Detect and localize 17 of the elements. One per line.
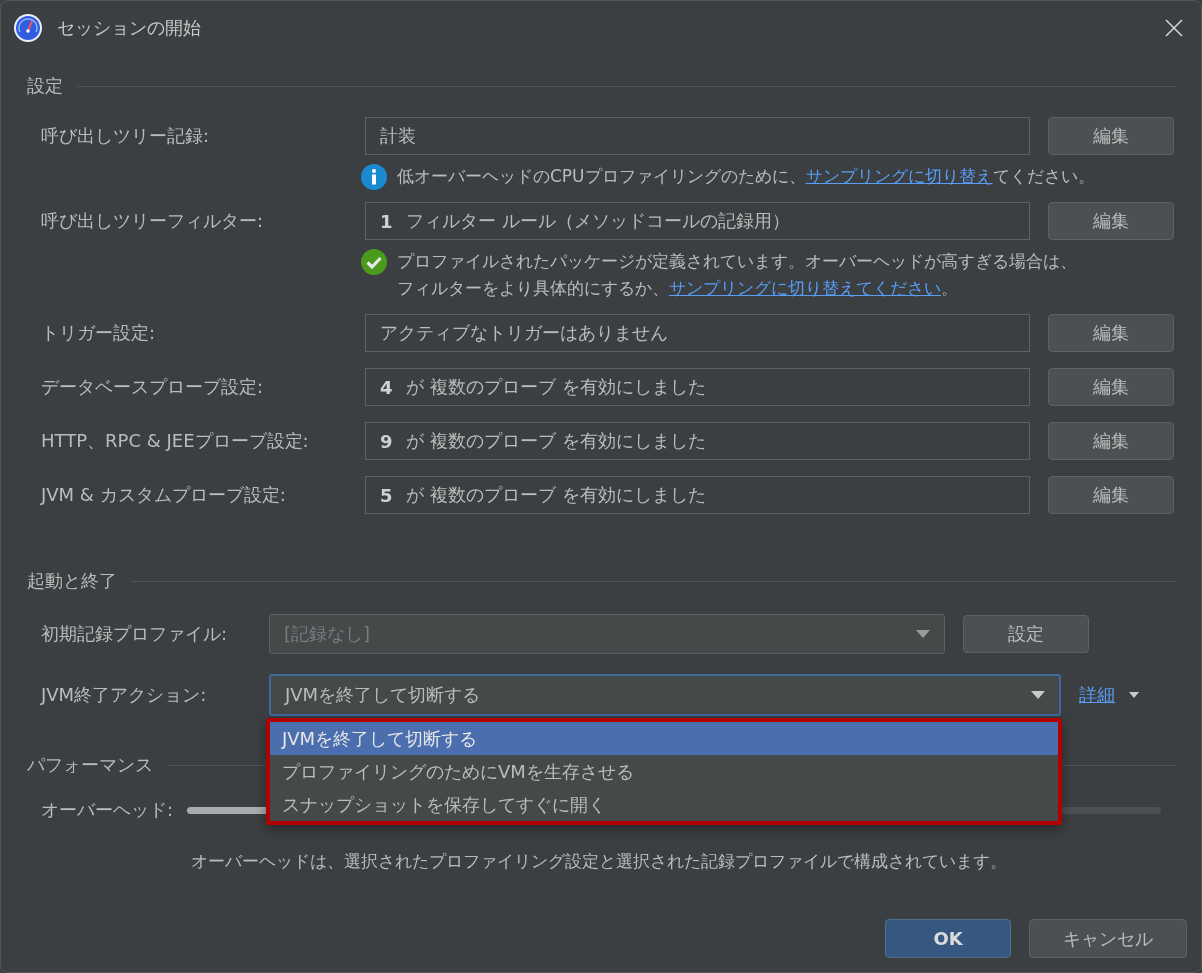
field-label: 呼び出しツリー記録: [41,124,211,148]
field-label: データベースプローブ設定: [41,375,265,399]
field-label: トリガー設定: [41,321,157,345]
field-label: JVM終了アクション: [41,683,208,707]
field-label: HTTP、RPC & JEEプローブ設定: [41,429,310,453]
field-label: 初期記録プロファイル: [41,622,229,646]
section-heading: 起動と終了 [27,569,117,593]
window-title: セッションの開始 [57,16,202,40]
section-heading: パフォーマンス [27,753,153,777]
note-text: オーバーヘッドは、選択されたプロファイリング設定と選択された記録プロファイルで構成されています。 [190,850,1008,873]
field-label: JVM & カスタムプローブ設定: [41,483,287,507]
info-message: プロファイルされたパッケージが定義されています。オーバーヘッドが高すぎる場合は、 [397,250,1077,273]
info-message: 低オーバーヘッドのCPUプロファイリングのために、サンプリングに切り替えてください。 [397,165,1095,188]
field-label: 呼び出しツリーフィルター: [41,209,265,233]
section-heading: 設定 [27,74,63,98]
slider-label: オーバーヘッド: [41,798,174,822]
info-message: フィルターをより具体的にするか、サンプリングに切り替えてください。 [397,277,959,300]
